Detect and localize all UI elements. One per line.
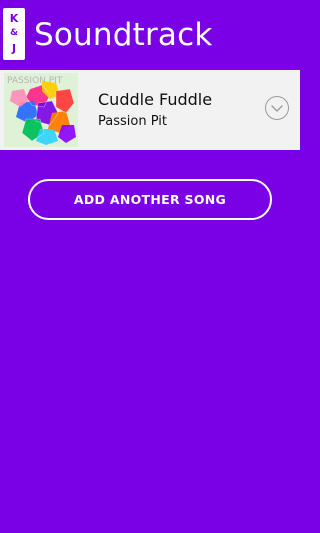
chevron-down-icon [271,105,283,112]
page-title: Soundtrack [34,17,213,53]
song-artist: Passion Pit [98,114,167,129]
song-title: Cuddle Fuddle [98,90,213,109]
add-another-song-button[interactable]: ADD ANOTHER SONG [28,179,272,220]
app-header: K & J Soundtrack [0,0,300,70]
album-art-graphic: PASSION PIT [4,73,78,147]
album-art: PASSION PIT [4,73,78,147]
logo-letter-j: J [11,42,17,55]
app-logo[interactable]: K & J [3,8,25,60]
logo-letter-k: K [9,12,19,25]
song-row[interactable]: PASSION PIT Cuddle Fuddle Passion Pit [0,70,300,150]
logo-ampersand: & [10,28,18,38]
expand-button[interactable] [265,96,289,120]
